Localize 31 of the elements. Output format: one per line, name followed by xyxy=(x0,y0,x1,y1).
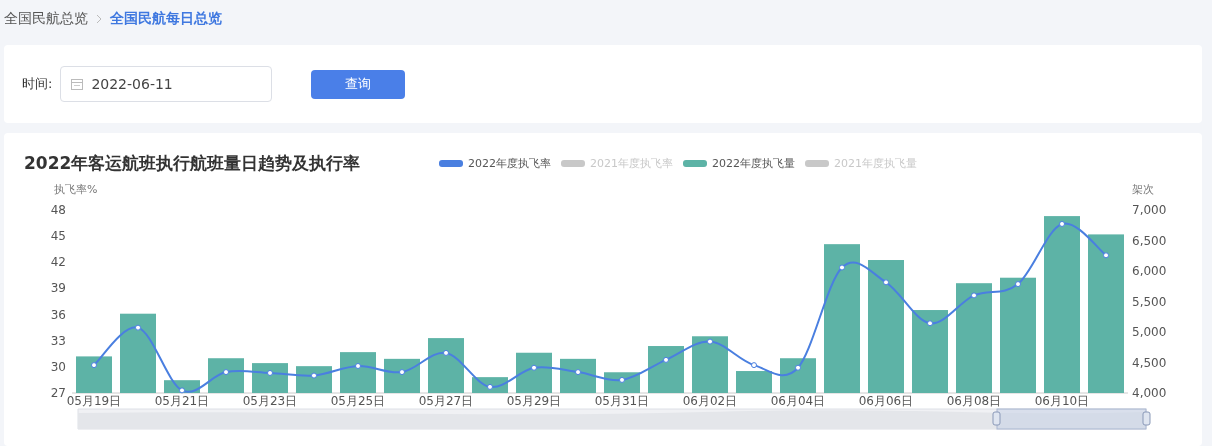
axis-title: 架次 xyxy=(1132,183,1154,196)
axis-tick-label: 05月19日 xyxy=(66,394,122,408)
axis-tick-label: 06月02日 xyxy=(682,394,738,408)
axis-tick-label: 06月08日 xyxy=(946,394,1002,408)
axis-tick-label: 05月21日 xyxy=(154,394,210,408)
axis-tick-label: 05月29日 xyxy=(506,394,562,408)
axis-tick-label: 48 xyxy=(50,203,66,217)
axis-tick-label: 05月25日 xyxy=(330,394,386,408)
axis-tick-label: 30 xyxy=(50,359,66,374)
axis-tick-label: 42 xyxy=(50,255,66,270)
axis-tick-label: 05月27日 xyxy=(418,394,474,408)
axis-tick-label: 5,500 xyxy=(1132,294,1167,309)
axis-tick-label: 27 xyxy=(50,386,66,400)
axis-tick-label: 4,000 xyxy=(1132,386,1167,400)
axis-tick-label: 6,000 xyxy=(1132,264,1167,278)
chart-title: 2022年客运航班执行航班量日趋势及执行率 xyxy=(24,151,362,175)
axis-tick-label: 4,500 xyxy=(1132,355,1167,370)
axis-tick-label: 06月06日 xyxy=(858,394,914,408)
axis-tick-label: 33 xyxy=(50,333,66,348)
axis-tick-label: 6,500 xyxy=(1132,233,1167,248)
axis-tick-label: 7,000 xyxy=(1132,203,1167,217)
axis-tick-label: 05月31日 xyxy=(594,394,650,408)
axis-tick-label: 5,000 xyxy=(1132,325,1167,339)
axis-tick-label: 45 xyxy=(50,229,66,244)
axis-tick-label: 39 xyxy=(50,281,66,296)
field-label: 时间: xyxy=(22,75,53,93)
axis-tick-label: 36 xyxy=(50,307,66,322)
axis-tick-label: 06月04日 xyxy=(770,394,826,408)
axis-title: 执飞率% xyxy=(54,183,98,196)
axis-tick-label: 06月10日 xyxy=(1034,394,1090,408)
axis-tick-label: 05月23日 xyxy=(242,394,298,408)
